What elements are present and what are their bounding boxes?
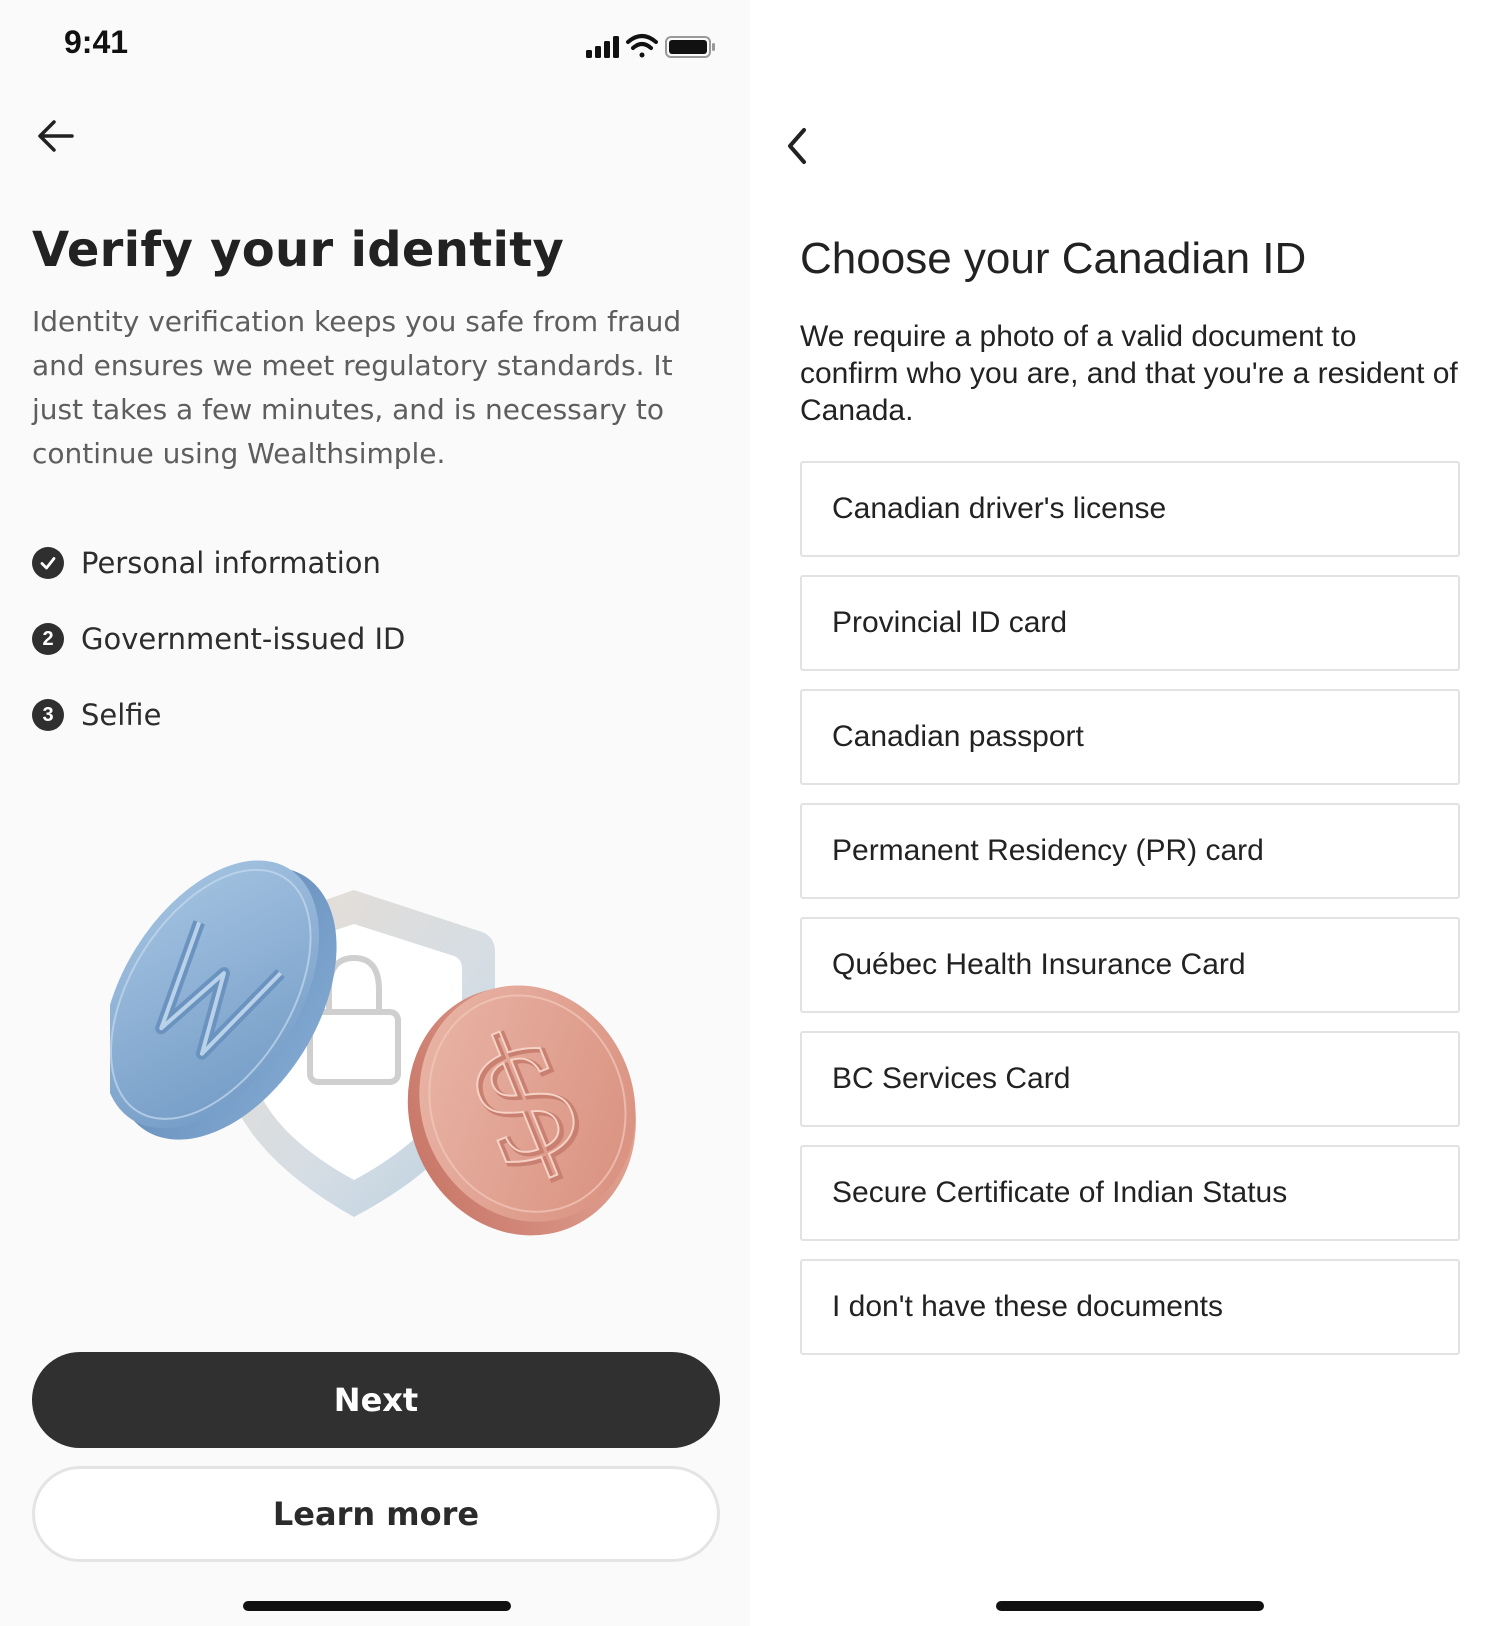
check-circle-icon	[32, 547, 64, 579]
id-option-quebec-health-card[interactable]: Québec Health Insurance Card	[800, 917, 1460, 1013]
step-number-badge: 3	[32, 699, 64, 731]
id-option-passport[interactable]: Canadian passport	[800, 689, 1460, 785]
next-button[interactable]: Next	[32, 1352, 720, 1448]
home-indicator	[996, 1601, 1264, 1611]
chevron-left-icon[interactable]	[780, 122, 816, 170]
id-option-provincial-id[interactable]: Provincial ID card	[800, 575, 1460, 671]
step-number-badge: 2	[32, 623, 64, 655]
id-option-drivers-license[interactable]: Canadian driver's license	[800, 461, 1460, 557]
verify-identity-screen: 9:41 Verify your identity Identity verif…	[0, 0, 750, 1626]
id-option-bc-services-card[interactable]: BC Services Card	[800, 1031, 1460, 1127]
step-label: Personal information	[81, 546, 381, 580]
battery-icon	[665, 36, 715, 58]
step-label: Selfie	[81, 698, 162, 732]
id-option-pr-card[interactable]: Permanent Residency (PR) card	[800, 803, 1460, 899]
arrow-left-icon[interactable]	[32, 112, 80, 160]
id-page-description: We require a photo of a valid document t…	[800, 320, 1458, 427]
page-description: Identity verification keeps you safe fro…	[32, 305, 682, 470]
learn-more-button[interactable]: Learn more	[32, 1466, 720, 1562]
id-page-title: Choose your Canadian ID	[800, 234, 1307, 283]
step-selfie: 3 Selfie	[32, 695, 161, 735]
id-option-no-documents[interactable]: I don't have these documents	[800, 1259, 1460, 1355]
security-illustration: $ $	[110, 860, 636, 1236]
step-government-id: 2 Government-issued ID	[32, 619, 405, 659]
step-personal-information: Personal information	[32, 543, 381, 583]
wifi-icon	[626, 34, 658, 58]
step-label: Government-issued ID	[81, 622, 406, 656]
status-time: 9:41	[64, 24, 129, 60]
cellular-signal-icon	[586, 36, 619, 58]
status-icons	[586, 34, 715, 58]
page-title: Verify your identity	[32, 222, 565, 278]
home-indicator	[243, 1601, 511, 1611]
id-option-indian-status[interactable]: Secure Certificate of Indian Status	[800, 1145, 1460, 1241]
